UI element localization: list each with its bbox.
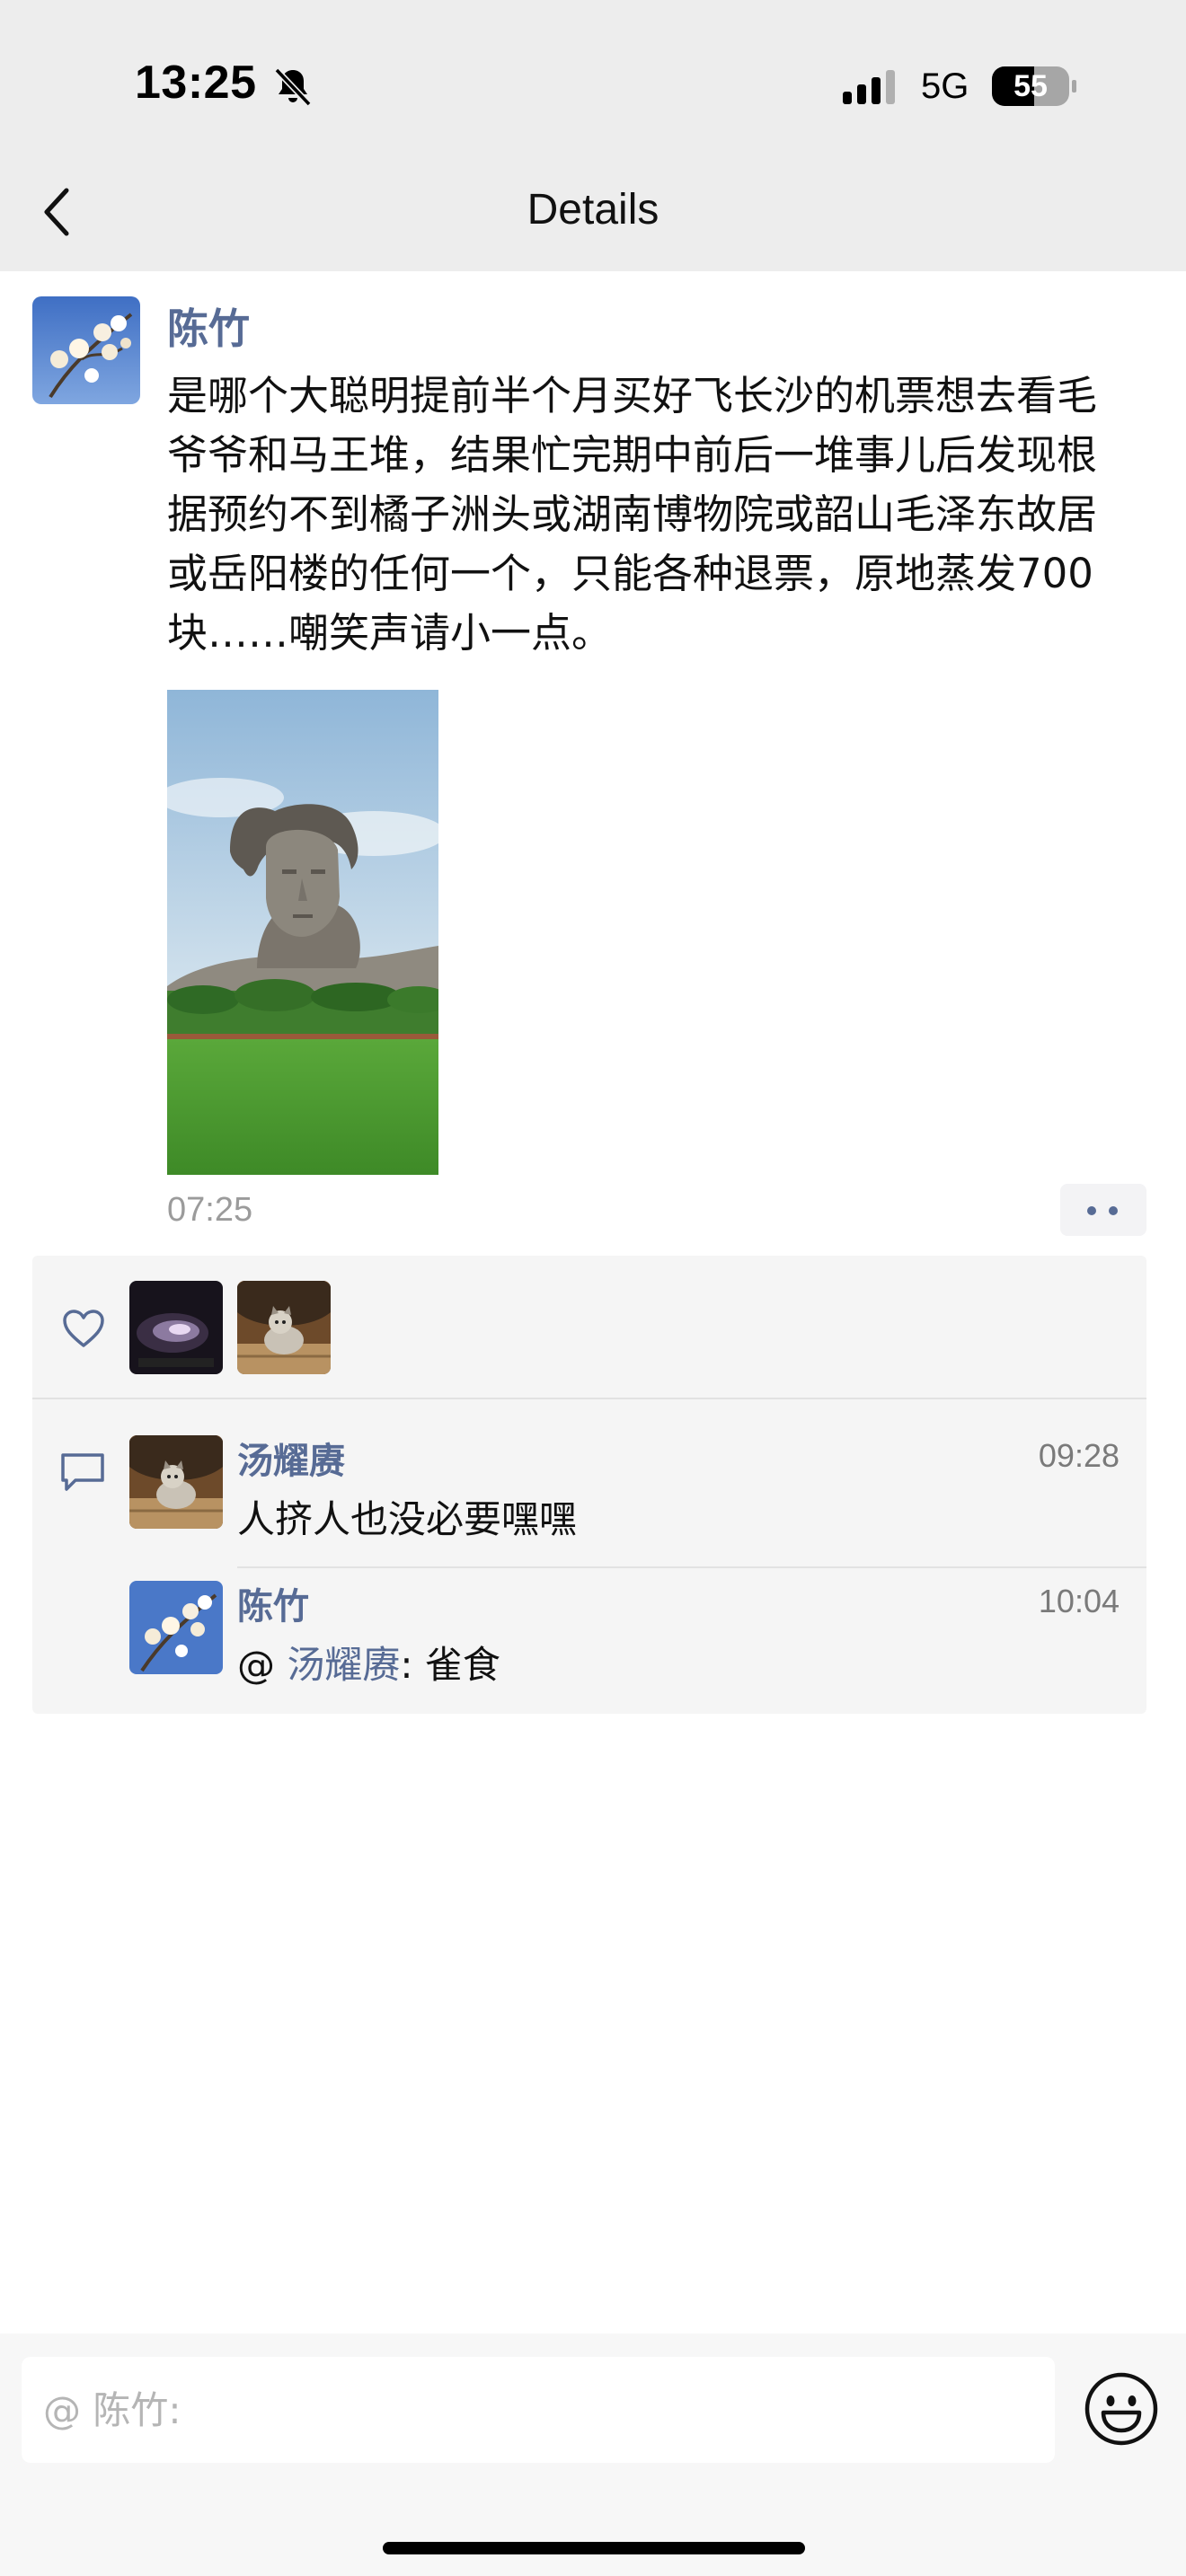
divider xyxy=(237,1566,1146,1568)
home-indicator xyxy=(383,2542,805,2554)
post-photo[interactable] xyxy=(167,690,438,1175)
comment-input[interactable] xyxy=(22,2357,1055,2463)
mention-prefix: @ xyxy=(237,1643,288,1687)
liker-avatar[interactable] xyxy=(237,1281,331,1374)
smiley-icon[interactable] xyxy=(1084,2371,1159,2447)
reply-text: : 雀食 xyxy=(400,1643,500,1687)
battery-icon: 55 xyxy=(992,66,1078,106)
commenter-avatar[interactable] xyxy=(129,1581,223,1674)
heart-icon xyxy=(63,1310,104,1347)
more-actions-button[interactable] xyxy=(1060,1184,1146,1236)
bell-slash-icon xyxy=(274,67,312,107)
status-time: 13:25 xyxy=(135,57,257,109)
poster-name[interactable]: 陈竹 xyxy=(167,296,250,356)
post-time: 07:25 xyxy=(167,1191,253,1229)
divider xyxy=(32,1398,1146,1399)
poster-avatar[interactable] xyxy=(32,296,140,404)
liker-avatar[interactable] xyxy=(129,1281,223,1374)
commenter-name[interactable]: 陈竹 xyxy=(237,1577,309,1629)
more-dot-icon xyxy=(1109,1206,1118,1215)
comment-time: 09:28 xyxy=(1038,1437,1120,1474)
more-dot-icon xyxy=(1087,1206,1096,1215)
mention-link[interactable]: 汤耀赓 xyxy=(287,1643,400,1687)
commenter-name[interactable]: 汤耀赓 xyxy=(237,1432,345,1484)
comment-text: @ 汤耀赓: 雀食 xyxy=(237,1635,500,1689)
commenter-avatar[interactable] xyxy=(129,1435,223,1529)
post-text: 是哪个大聪明提前半个月买好飞长沙的机票想去看毛爷爷和马王堆，结果忙完期中前后一堆… xyxy=(167,372,1098,657)
nav-bar: Details xyxy=(0,135,1186,271)
status-bar: 13:25 5G 55 xyxy=(0,0,1186,135)
comment-input-bar xyxy=(0,2333,1186,2576)
battery-level: 55 xyxy=(1013,69,1048,103)
comment-time: 10:04 xyxy=(1038,1583,1120,1619)
comment-text: 人挤人也没必要嘿嘿 xyxy=(237,1497,578,1541)
page-title: Details xyxy=(527,186,659,234)
signal-icon xyxy=(843,70,895,104)
network-type: 5G xyxy=(921,66,969,106)
comment-icon xyxy=(61,1453,104,1491)
interaction-panel: 汤耀赓 09:28 人挤人也没必要嘿嘿 陈竹 10:04 @ 汤耀赓: 雀食 xyxy=(32,1256,1146,1714)
